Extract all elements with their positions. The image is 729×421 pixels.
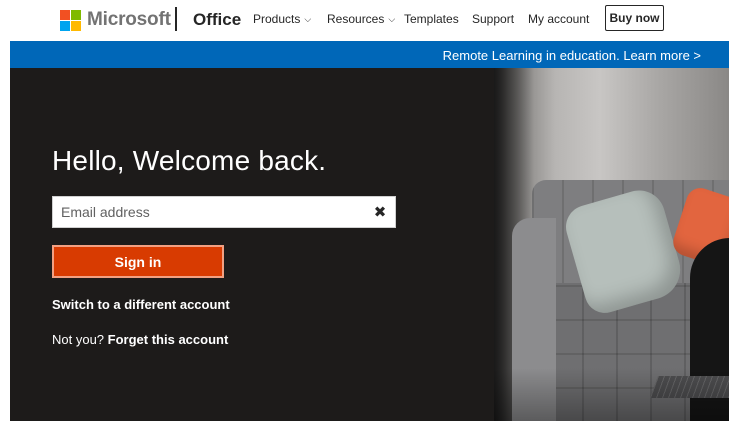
microsoft-logo[interactable]: Microsoft [60,9,171,31]
header-divider [175,7,177,31]
brand-name: Microsoft [87,9,171,30]
buy-now-button[interactable]: Buy now [605,5,664,31]
microsoft-logo-icon [60,9,81,31]
nav-products-label: Products [253,12,301,26]
promo-banner-link[interactable]: Remote Learning in education. Learn more… [443,48,701,63]
sign-in-button[interactable]: Sign in [52,245,224,278]
nav-products[interactable]: Products ⌵ [253,12,311,26]
not-you-line: Not you? Forget this account [52,332,228,347]
hero-image [494,68,729,421]
nav-resources-label: Resources [327,12,385,26]
chevron-down-icon: ⌵ [388,13,396,24]
nav-my-account[interactable]: My account [528,12,589,26]
nav-support[interactable]: Support [472,12,514,26]
page-title: Hello, Welcome back. [52,145,327,176]
hero-section: Hello, Welcome back. ✖ Sign in Switch to… [10,68,729,421]
switch-account-link[interactable]: Switch to a different account [52,297,230,312]
nav-support-label: Support [472,12,515,26]
promo-banner: Remote Learning in education. Learn more… [10,41,729,68]
nav-templates[interactable]: Templates [404,12,459,26]
close-icon[interactable]: ✖ [371,203,389,221]
chevron-down-icon: ⌵ [304,13,312,24]
email-field[interactable] [53,197,363,227]
not-you-label: Not you? [52,332,105,347]
office-link[interactable]: Office [193,10,241,30]
email-field-container: ✖ [52,196,396,228]
nav-my-account-label: My account [528,12,590,26]
site-header: Microsoft Office Products ⌵ Resources ⌵ … [0,0,729,41]
nav-resources[interactable]: Resources ⌵ [327,12,395,26]
forget-account-link[interactable]: Forget this account [108,332,229,347]
nav-templates-label: Templates [404,12,459,26]
